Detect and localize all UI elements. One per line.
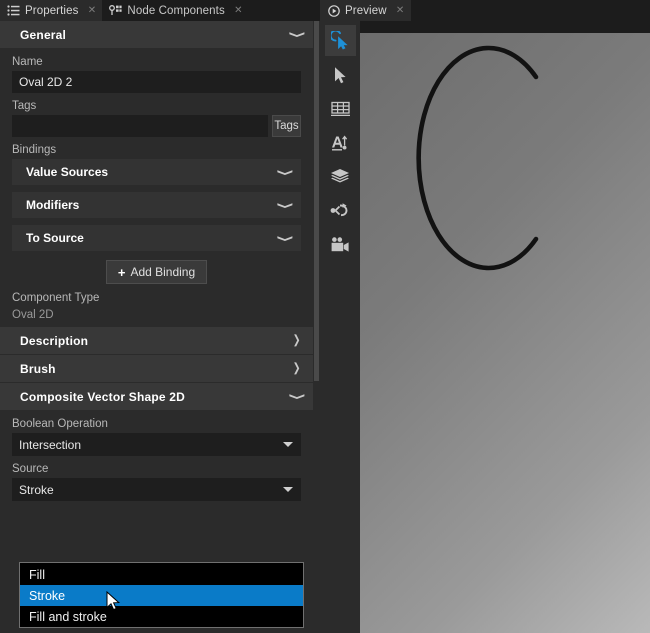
app-window: Properties ✕ Node Components ✕ General ❯… bbox=[0, 0, 650, 633]
oval-2d-stroke-arc bbox=[416, 45, 539, 271]
section-brush-label: Brush bbox=[20, 361, 56, 376]
tags-row: Tags bbox=[12, 115, 301, 137]
binding-to-source-label: To Source bbox=[26, 231, 84, 245]
component-type-value: Oval 2D bbox=[12, 309, 54, 321]
properties-content: General Name Oval 2D 2 Tags Tags Binding… bbox=[0, 21, 313, 501]
chevron-down-icon[interactable] bbox=[280, 200, 289, 211]
state-transition-tool[interactable] bbox=[325, 195, 356, 226]
left-tabbar: Properties ✕ Node Components ✕ bbox=[0, 0, 320, 21]
chevron-down-icon[interactable] bbox=[280, 167, 289, 178]
binding-value-sources-label: Value Sources bbox=[26, 165, 109, 179]
chevron-right-icon[interactable] bbox=[292, 335, 301, 346]
dropdown-option-fill-and-stroke[interactable]: Fill and stroke bbox=[20, 606, 303, 627]
section-brush[interactable]: Brush bbox=[0, 355, 313, 383]
source-value: Stroke bbox=[19, 482, 54, 497]
boolean-operation-select[interactable]: Intersection bbox=[12, 433, 301, 456]
bindings-label: Bindings bbox=[12, 144, 57, 156]
close-icon[interactable]: ✕ bbox=[395, 5, 406, 16]
preview-area bbox=[320, 21, 650, 633]
tags-button[interactable]: Tags bbox=[272, 115, 301, 137]
source-dropdown-list[interactable]: Fill Stroke Fill and stroke bbox=[19, 562, 304, 628]
dropdown-option-fill[interactable]: Fill bbox=[20, 564, 303, 585]
add-binding-label: Add Binding bbox=[130, 265, 196, 279]
tab-preview[interactable]: Preview ✕ bbox=[320, 0, 411, 21]
layers-stack-tool[interactable] bbox=[325, 161, 356, 192]
video-camera-tool[interactable] bbox=[325, 229, 356, 260]
section-description-label: Description bbox=[20, 333, 89, 348]
right-tabbar: Preview ✕ bbox=[320, 0, 650, 21]
chevron-down-icon[interactable] bbox=[292, 391, 301, 402]
preview-canvas-wrap bbox=[360, 21, 650, 633]
boolean-operation-value: Intersection bbox=[19, 437, 82, 452]
preview-canvas[interactable] bbox=[360, 33, 650, 633]
close-icon[interactable]: ✕ bbox=[86, 5, 97, 16]
binding-to-source[interactable]: To Source bbox=[12, 225, 301, 252]
section-general-label: General bbox=[20, 27, 67, 42]
boolean-operation-label: Boolean Operation bbox=[12, 418, 108, 430]
tab-properties[interactable]: Properties ✕ bbox=[0, 0, 103, 21]
plus-icon: + bbox=[117, 264, 126, 280]
section-general[interactable]: General bbox=[0, 21, 313, 49]
tab-properties-label: Properties bbox=[25, 4, 79, 17]
preview-panel: Preview ✕ bbox=[320, 0, 650, 633]
tags-label: Tags bbox=[12, 100, 37, 112]
binding-modifiers-label: Modifiers bbox=[26, 198, 80, 212]
grid-table-tool[interactable] bbox=[325, 93, 356, 124]
source-select[interactable]: Stroke bbox=[12, 478, 301, 501]
play-circle-icon bbox=[327, 4, 340, 17]
close-icon[interactable]: ✕ bbox=[233, 5, 244, 16]
properties-scrollbar[interactable] bbox=[313, 21, 320, 633]
component-type-label: Component Type bbox=[12, 292, 100, 304]
properties-panel: Properties ✕ Node Components ✕ General ❯… bbox=[0, 0, 320, 633]
arrow-cursor-tool[interactable] bbox=[325, 59, 356, 90]
add-binding-wrap: + Add Binding bbox=[0, 252, 313, 290]
text-a-tool[interactable] bbox=[325, 127, 356, 158]
tab-preview-label: Preview bbox=[345, 4, 387, 17]
section-description[interactable]: Description bbox=[0, 327, 313, 355]
dropdown-option-stroke[interactable]: Stroke bbox=[20, 585, 303, 606]
scrollbar-thumb[interactable] bbox=[314, 21, 319, 381]
node-graph-icon bbox=[109, 4, 123, 17]
tab-node-components[interactable]: Node Components ✕ bbox=[102, 0, 249, 21]
chevron-down-icon[interactable] bbox=[280, 233, 289, 244]
chevron-down-icon bbox=[283, 442, 293, 447]
properties-body: General Name Oval 2D 2 Tags Tags Binding… bbox=[0, 21, 320, 633]
pointer-click-tool[interactable] bbox=[324, 25, 356, 56]
chevron-down-icon bbox=[283, 487, 293, 492]
name-label: Name bbox=[12, 56, 43, 68]
binding-value-sources[interactable]: Value Sources bbox=[12, 159, 301, 186]
add-binding-button[interactable]: + Add Binding bbox=[105, 260, 208, 284]
tab-node-components-label: Node Components bbox=[127, 4, 225, 17]
chevron-down-icon[interactable] bbox=[292, 29, 301, 40]
source-label: Source bbox=[12, 463, 49, 475]
tags-input[interactable] bbox=[12, 115, 268, 137]
section-composite-vector-shape-2d[interactable]: Composite Vector Shape 2D bbox=[0, 383, 313, 411]
binding-modifiers[interactable]: Modifiers bbox=[12, 192, 301, 219]
section-composite-label: Composite Vector Shape 2D bbox=[20, 389, 186, 404]
name-input[interactable]: Oval 2D 2 bbox=[12, 71, 301, 93]
list-icon bbox=[7, 4, 20, 17]
chevron-right-icon[interactable] bbox=[292, 363, 301, 374]
preview-toolbar bbox=[320, 21, 360, 633]
